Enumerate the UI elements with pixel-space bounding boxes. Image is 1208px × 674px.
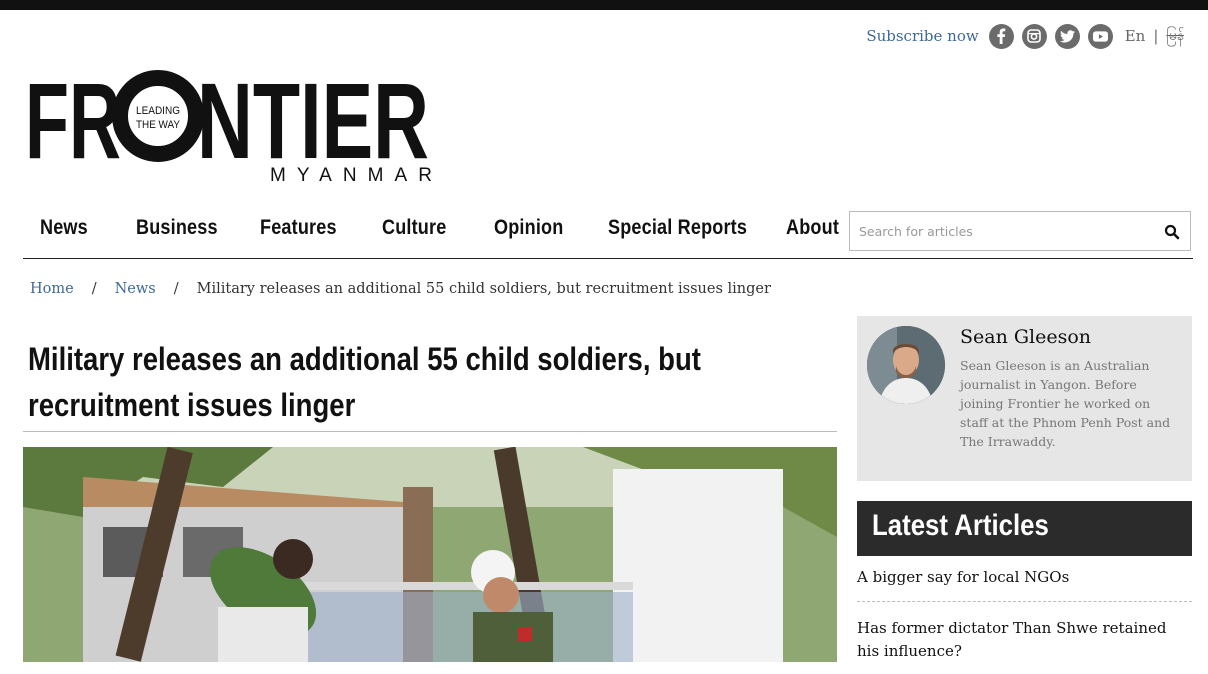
title-divider (23, 431, 837, 432)
breadcrumb-separator: / (91, 281, 97, 297)
article-title: Military releases an additional 55 child… (28, 341, 701, 423)
language-en[interactable]: En (1125, 27, 1146, 45)
latest-articles-list: A bigger say for local NGOs Has former d… (857, 566, 1192, 674)
latest-articles-heading: Latest Articles (872, 509, 1049, 542)
logo-tagline-2: THE WAY (136, 119, 181, 131)
utility-bar: Subscribe now En | မြန် (866, 22, 1184, 50)
language-separator: | (1153, 27, 1159, 45)
breadcrumb-home[interactable]: Home (30, 281, 74, 297)
language-mm[interactable]: မြန် (1166, 26, 1184, 47)
nav-item-culture[interactable]: Culture (382, 216, 447, 240)
breadcrumb: Home / News / Military releases an addit… (30, 281, 771, 297)
author-name[interactable]: Sean Gleeson (960, 326, 1091, 348)
search-icon[interactable] (1164, 224, 1180, 240)
frontier-logo[interactable]: FR LEADING THE WAY NTIER MYANMAR (25, 68, 435, 186)
nav-item-special-reports[interactable]: Special Reports (608, 216, 747, 240)
nav-item-news[interactable]: News (40, 216, 92, 240)
breadcrumb-separator: / (173, 281, 179, 297)
youtube-icon[interactable] (1087, 23, 1113, 49)
latest-article-item[interactable]: Has former dictator Than Shwe retained h… (857, 617, 1192, 674)
nav-item-opinion[interactable]: Opinion (494, 216, 563, 240)
nav-item-about[interactable]: About (786, 216, 839, 240)
breadcrumb-news[interactable]: News (115, 281, 156, 297)
main-nav: News Business Features Culture Opinion S… (23, 206, 1193, 259)
author-bio: Sean Gleeson is an Australian journalist… (960, 358, 1171, 449)
subscribe-link[interactable]: Subscribe now (866, 27, 978, 45)
nav-item-features[interactable]: Features (260, 216, 336, 240)
search-input[interactable] (850, 212, 1159, 250)
latest-articles-header: Latest Articles (857, 501, 1192, 556)
twitter-icon[interactable] (1054, 23, 1080, 49)
article-hero-image (23, 447, 837, 662)
latest-article-item[interactable]: A bigger say for local NGOs (857, 566, 1192, 602)
nav-item-business[interactable]: Business (136, 216, 218, 240)
author-card: Sean Gleeson Sean Gleeson is an Australi… (857, 316, 1192, 481)
facebook-icon[interactable] (988, 23, 1014, 49)
search-box (849, 211, 1191, 251)
instagram-icon[interactable] (1021, 23, 1047, 49)
breadcrumb-current: Military releases an additional 55 child… (196, 281, 771, 297)
top-bar (0, 0, 1208, 10)
author-avatar[interactable] (867, 326, 945, 404)
logo-tagline-1: LEADING (136, 105, 180, 117)
logo-wordmark-left: FR (25, 68, 121, 181)
